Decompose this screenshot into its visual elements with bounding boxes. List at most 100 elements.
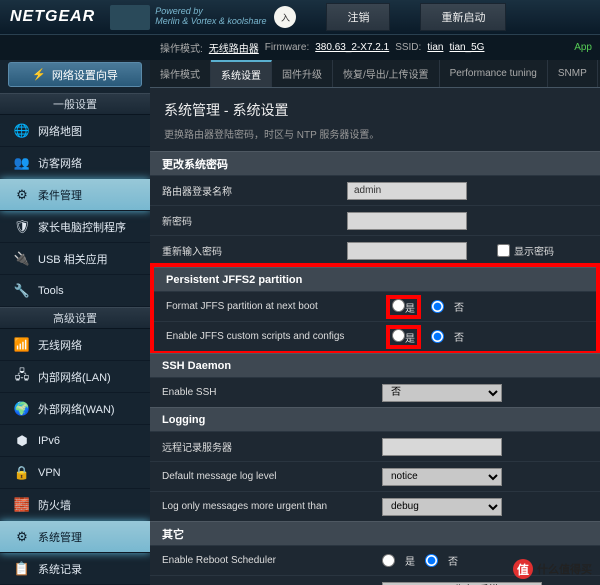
enable-ssh-select[interactable]: 否 (382, 384, 502, 402)
format-jffs-yes-radio[interactable] (392, 299, 405, 312)
nav-icon: 🔧 (14, 283, 30, 299)
tab[interactable]: SNMP (548, 60, 598, 87)
row-format-jffs: Format JFFS partition at next boot 是 否 (154, 291, 596, 321)
nav-label: 系统管理 (38, 529, 82, 545)
nav-icon: 🛡 (14, 219, 30, 235)
mode-link[interactable]: 无线路由器 (209, 40, 259, 55)
nav-label: 柔件管理 (38, 187, 82, 203)
nav-label: VPN (38, 467, 61, 479)
nav-label: 外部网络(WAN) (38, 401, 115, 417)
format-jffs-no-radio[interactable] (431, 300, 444, 313)
log-level-select[interactable]: notice (382, 468, 502, 486)
sidebar-item[interactable]: 🖧 内部网络(LAN) (0, 361, 150, 393)
sidebar-item[interactable]: 🧱 防火墙 (0, 489, 150, 521)
reboot-button[interactable]: 重新启动 (420, 3, 506, 31)
firmware-link[interactable]: 380.63_2-X7.2.1 (315, 42, 389, 53)
timezone-select[interactable]: (GMT+08:00) 北京, 香港 (382, 582, 542, 585)
nav-icon: 🔒 (14, 465, 30, 481)
logout-button[interactable]: 注销 (326, 3, 390, 31)
jffs-highlight-box: Persistent JFFS2 partition Format JFFS p… (150, 263, 600, 355)
sidebar-item[interactable]: 🌐 网络地图 (0, 115, 150, 147)
nav-icon: ⚙ (14, 529, 30, 545)
new-password-input[interactable] (347, 212, 467, 230)
slogan: Powered by Merlin & Vortex & koolshare (155, 7, 266, 27)
show-password-checkbox[interactable] (497, 244, 510, 257)
row-enable-scripts: Enable JFFS custom scripts and configs 是… (154, 321, 596, 351)
sidebar-item[interactable]: 📋 系统记录 (0, 553, 150, 585)
row-enable-ssh: Enable SSH 否 (150, 377, 600, 407)
section-ssh: SSH Daemon (150, 353, 600, 377)
sidebar-item[interactable]: 🔧 Tools (0, 275, 150, 307)
nav-label: 访客网络 (38, 155, 82, 171)
sidebar-item[interactable]: 🛡 家长电脑控制程序 (0, 211, 150, 243)
nav-icon: 📋 (14, 561, 30, 577)
tab[interactable]: 固件升级 (272, 60, 333, 87)
row-log-urgent: Log only messages more urgent than debug (150, 491, 600, 521)
ssid-5g-link[interactable]: tian_5G (449, 42, 484, 53)
wizard-icon: ⚡ (32, 68, 46, 81)
section-logging: Logging (150, 407, 600, 431)
show-password-label[interactable]: 显示密码 (497, 243, 554, 258)
sidebar-item[interactable]: ⚙ 柔件管理 (0, 179, 150, 211)
status-bar: 操作模式: 无线路由器 Firmware: 380.63_2-X7.2.1 SS… (0, 35, 600, 60)
nav-icon: 🔌 (14, 251, 30, 267)
tab[interactable]: 系统设置 (211, 60, 272, 87)
sidebar-item[interactable]: 🌍 外部网络(WAN) (0, 393, 150, 425)
retype-password-input[interactable] (347, 242, 467, 260)
app-indicator: App (574, 42, 592, 53)
content-area: 操作模式系统设置固件升级恢复/导出/上传设置Performance tuning… (150, 60, 600, 585)
nav-icon: 👥 (14, 155, 30, 171)
sidebar: ⚡ 网络设置向导 一般设置 🌐 网络地图 👥 访客网络 ⚙ 柔件管理 🛡 家长电脑控制程序 🔌 U… (0, 60, 150, 585)
top-bar: NETGEAR Powered by Merlin & Vortex & koo… (0, 0, 600, 35)
wizard-button[interactable]: ⚡ 网络设置向导 (8, 62, 142, 87)
nav-icon: 📶 (14, 337, 30, 353)
sidebar-item[interactable]: 📶 无线网络 (0, 329, 150, 361)
sidebar-item[interactable]: 👥 访客网络 (0, 147, 150, 179)
watermark: 值 什么值得买 (513, 559, 592, 579)
nav-label: 网络地图 (38, 123, 82, 139)
nav-label: USB 相关应用 (38, 251, 108, 267)
router-icon (110, 5, 150, 30)
nav-icon: ⚙ (14, 187, 30, 203)
nav-label: 无线网络 (38, 337, 82, 353)
tab-bar: 操作模式系统设置固件升级恢复/导出/上传设置Performance tuning… (150, 60, 600, 88)
nav-icon: 🌐 (14, 123, 30, 139)
section-advanced-header: 高级设置 (0, 307, 150, 329)
login-name-input[interactable] (347, 182, 467, 200)
sidebar-item[interactable]: 🔒 VPN (0, 457, 150, 489)
nav-label: 家长电脑控制程序 (38, 219, 126, 235)
section-jffs: Persistent JFFS2 partition (154, 267, 596, 291)
sidebar-item[interactable]: ⬢ IPv6 (0, 425, 150, 457)
page-title: 系统管理 - 系统设置 (150, 88, 600, 126)
page-description: 更换路由器登陆密码，时区与 NTP 服务器设置。 (150, 126, 600, 151)
ssid-link[interactable]: tian (427, 42, 443, 53)
log-urgent-select[interactable]: debug (382, 498, 502, 516)
nav-label: 系统记录 (38, 561, 82, 577)
nav-icon: ⬢ (14, 433, 30, 449)
tab[interactable]: Performance tuning (440, 60, 548, 87)
sidebar-item[interactable]: 🔌 USB 相关应用 (0, 243, 150, 275)
nav-icon: 🖧 (14, 369, 30, 385)
sidebar-item[interactable]: ⚙ 系统管理 (0, 521, 150, 553)
nav-icon: 🧱 (14, 497, 30, 513)
log-server-input[interactable] (382, 438, 502, 456)
section-basic-header: 一般设置 (0, 93, 150, 115)
nav-label: IPv6 (38, 435, 60, 447)
row-login-name: 路由器登录名称 (150, 175, 600, 205)
nav-label: Tools (38, 285, 64, 297)
tab[interactable]: 恢复/导出/上传设置 (333, 60, 440, 87)
enable-scripts-yes-radio[interactable] (392, 329, 405, 342)
reboot-yes-radio[interactable] (382, 554, 395, 567)
tab[interactable]: 操作模式 (150, 60, 211, 87)
row-new-password: 新密码 (150, 205, 600, 235)
nav-label: 防火墙 (38, 497, 71, 513)
brand-logo: NETGEAR (0, 8, 105, 26)
row-log-level: Default message log level notice (150, 461, 600, 491)
enable-scripts-no-radio[interactable] (431, 330, 444, 343)
reboot-no-radio[interactable] (425, 554, 438, 567)
row-log-server: 远程记录服务器 (150, 431, 600, 461)
koolshare-icon: 入 (274, 6, 296, 28)
nav-label: 内部网络(LAN) (38, 369, 111, 385)
nav-icon: 🌍 (14, 401, 30, 417)
watermark-icon: 值 (513, 559, 533, 579)
